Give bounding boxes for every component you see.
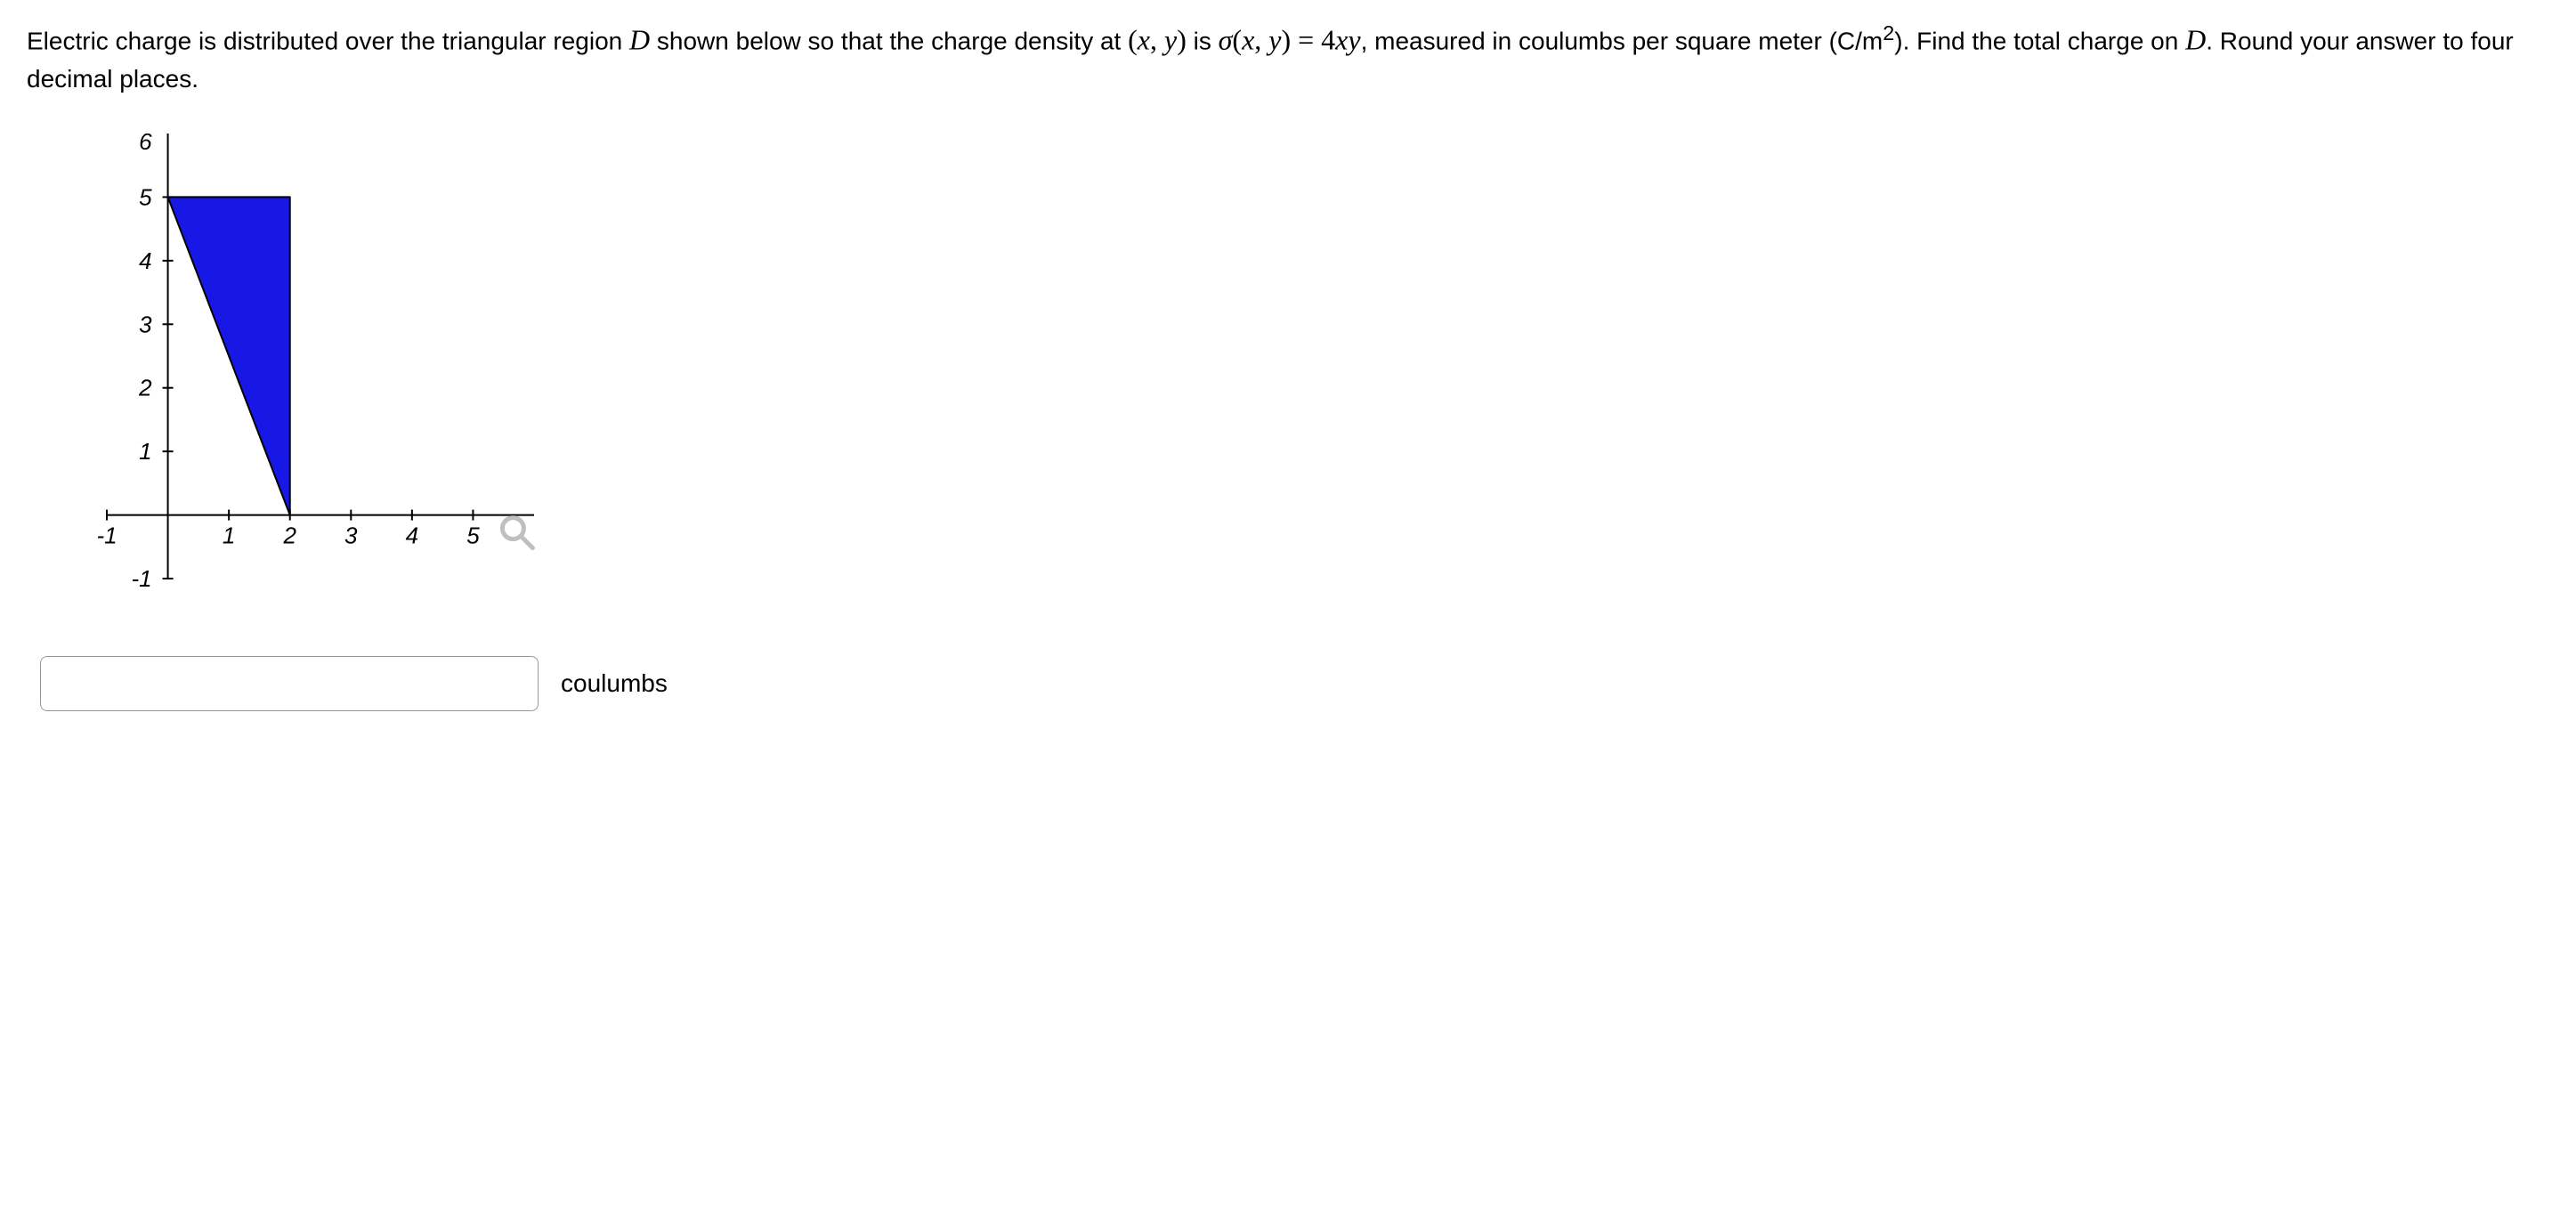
region-symbol-2: D [2185, 23, 2206, 55]
svg-text:-1: -1 [131, 565, 151, 592]
svg-text:2: 2 [282, 522, 296, 549]
text-part2: shown below so that the charge density a… [650, 27, 1128, 54]
text-part1: Electric charge is distributed over the … [27, 27, 629, 54]
answer-input[interactable] [40, 656, 539, 711]
svg-text:6: 6 [139, 128, 152, 155]
text-part5: ). Find the total charge on [1894, 27, 2185, 54]
text-part4: , measured in coulumbs per square meter … [1361, 27, 1883, 54]
triangle-chart: -1 1 2 3 4 5 -1 1 2 3 4 5 6 [53, 125, 552, 623]
answer-row: coulumbs [40, 656, 2549, 711]
superscript-2: 2 [1883, 21, 1894, 45]
unit-label: coulumbs [561, 669, 668, 698]
problem-statement: Electric charge is distributed over the … [27, 18, 2549, 98]
svg-text:3: 3 [344, 522, 358, 549]
svg-text:1: 1 [223, 522, 235, 549]
svg-text:3: 3 [139, 312, 152, 338]
svg-text:-1: -1 [96, 522, 117, 549]
text-part3: is [1187, 27, 1219, 54]
svg-text:5: 5 [139, 184, 152, 211]
svg-text:4: 4 [139, 247, 151, 274]
svg-text:1: 1 [139, 438, 151, 465]
point-xy: (x, y) [1128, 23, 1187, 55]
density-formula: σ(x, y) = 4xy [1219, 23, 1361, 55]
region-symbol: D [629, 23, 650, 55]
chart-container: -1 1 2 3 4 5 -1 1 2 3 4 5 6 [53, 125, 2549, 629]
svg-text:4: 4 [406, 522, 418, 549]
svg-text:5: 5 [466, 522, 480, 549]
svg-text:2: 2 [138, 375, 152, 401]
